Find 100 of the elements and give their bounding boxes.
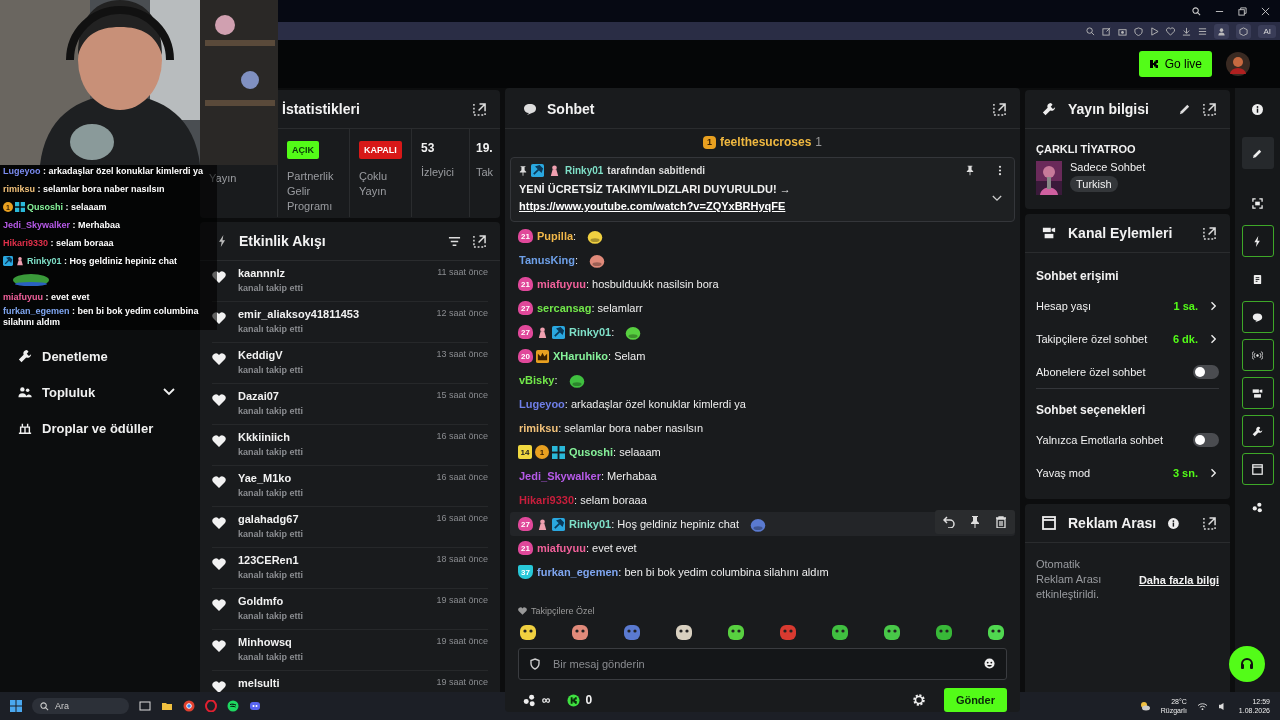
popout-icon[interactable] — [1203, 102, 1216, 116]
rail-signal-icon[interactable] — [1241, 339, 1274, 371]
go-live-button[interactable]: Go live — [1138, 51, 1212, 77]
shield-icon[interactable] — [1134, 26, 1144, 36]
profile-icon[interactable] — [1214, 23, 1230, 39]
pinned-message: YENİ ÜCRETSİZ TAKIMYILDIZLARI DUYURULDU! → https://www.youtube.com/watch?v=ZQYxBRHyqFE — [519, 182, 792, 214]
chat-message: sercansag: selamlarr — [537, 302, 643, 314]
setting-label: Yavaş mod — [1036, 466, 1092, 479]
event-time: 11 saat önce — [437, 267, 488, 279]
event-text: kanalı takip etti — [238, 611, 305, 621]
taskbar-search[interactable]: Ara — [32, 698, 129, 714]
info-icon[interactable] — [1168, 517, 1179, 529]
cube-icon[interactable] — [1236, 23, 1252, 39]
gifter-badge: 1 — [535, 445, 549, 459]
chevron-right-icon[interactable] — [1210, 300, 1216, 311]
reply-icon[interactable] — [943, 516, 955, 528]
emote-section-label: Takipçilere Özel — [531, 606, 595, 616]
nav-item[interactable]: Droplar ve ödüller — [0, 410, 195, 446]
emote-icon[interactable] — [934, 622, 954, 642]
crown-icon — [536, 349, 549, 363]
send-button[interactable]: Gönder — [943, 688, 1007, 712]
task-view-icon[interactable] — [139, 700, 151, 712]
learn-more-link[interactable]: Daha fazla bilgi — [1138, 573, 1219, 586]
emote-icon[interactable] — [570, 622, 590, 642]
link[interactable]: https://www.youtube.com/watch?v=ZQYxBRHyqFE — [519, 200, 786, 212]
pin-icon[interactable] — [969, 516, 981, 528]
popout-icon[interactable] — [1203, 516, 1216, 530]
nav-item[interactable]: Topluluk — [0, 374, 195, 410]
pencil-icon[interactable] — [1178, 102, 1191, 116]
category-name[interactable]: Sadece Sohbet — [1070, 161, 1146, 173]
panel-title: İstatistikleri — [282, 101, 361, 117]
list-icon[interactable] — [1198, 26, 1208, 36]
play-icon[interactable] — [1150, 26, 1160, 36]
zoom-icon[interactable] — [1086, 26, 1096, 36]
event-text: kanalı takip etti — [238, 447, 305, 457]
music-app-icon[interactable] — [227, 700, 239, 712]
popout-icon[interactable] — [473, 102, 486, 116]
share-icon[interactable] — [1102, 26, 1112, 36]
emote-icon[interactable] — [726, 622, 746, 642]
emoji-icon[interactable] — [984, 658, 995, 669]
subscriber-badge: 27 — [518, 325, 533, 339]
ad-break-status: Otomatik Reklam Arası etkinleştirildi. — [1036, 557, 1103, 602]
toggle-switch[interactable] — [1193, 432, 1219, 447]
close-icon[interactable] — [1261, 6, 1270, 16]
follower-name: kaannnlz — [238, 267, 286, 279]
restore-icon[interactable] — [1238, 6, 1247, 16]
chat-message: Pupilla: — [537, 230, 577, 242]
popout-icon[interactable] — [1203, 226, 1216, 240]
discord-icon[interactable] — [249, 700, 261, 712]
emote-icon[interactable] — [986, 622, 1006, 642]
heart-icon[interactable] — [1166, 26, 1176, 36]
delete-icon[interactable] — [995, 516, 1007, 528]
follower-name: Minhowsq — [238, 636, 292, 648]
emote-icon[interactable] — [882, 622, 902, 642]
windows-icon[interactable] — [10, 700, 22, 712]
gifter-name[interactable]: feelthesucroses — [719, 135, 812, 149]
rail-bolt-icon[interactable] — [1241, 225, 1274, 257]
hammer-icon — [552, 325, 565, 339]
wifi-icon[interactable] — [1196, 701, 1208, 711]
download-icon[interactable] — [1182, 26, 1192, 36]
setting-value[interactable]: 6 dk. — [1172, 332, 1198, 345]
opera-icon[interactable] — [205, 700, 217, 712]
folder-icon[interactable] — [161, 700, 173, 712]
rail-edit-icon[interactable] — [1241, 137, 1274, 169]
nav-label: Topluluk — [42, 384, 96, 400]
status-badge: AÇIK — [287, 141, 319, 159]
popout-icon[interactable] — [473, 234, 486, 248]
chat-message: XHaruhiko: Selam — [553, 350, 646, 362]
rail-camera-icon[interactable] — [1241, 377, 1274, 409]
toggle-switch[interactable] — [1193, 364, 1219, 379]
overlay-message: Hikari9330 : selam boraaa — [3, 237, 114, 249]
setting-value[interactable]: 3 sn. — [1172, 466, 1198, 479]
event-time: 12 saat önce — [436, 308, 488, 320]
search-icon[interactable] — [1192, 6, 1201, 16]
pinned-by-name[interactable]: Rinky01 — [565, 165, 604, 176]
rail-chat-icon[interactable] — [1241, 301, 1274, 333]
rail-window-icon[interactable] — [1241, 453, 1274, 485]
rail-wrench-icon[interactable] — [1241, 415, 1274, 447]
nav-item[interactable]: Denetleme — [0, 338, 195, 374]
emote-icon[interactable] — [830, 622, 850, 642]
setting-value[interactable]: 1 sa. — [1173, 299, 1198, 312]
heart-icon — [212, 640, 226, 652]
popout-icon[interactable] — [993, 102, 1006, 116]
avatar[interactable] — [1226, 52, 1250, 76]
emote-icon[interactable] — [674, 622, 694, 642]
chevron-right-icon[interactable] — [1210, 467, 1216, 478]
more-icon[interactable] — [998, 165, 1002, 176]
message-input[interactable]: Bir mesaj gönderin — [518, 648, 1007, 680]
chat-message: Rinky01: Hoş geldiniz hepiniz chat — [569, 518, 739, 530]
settings-icon[interactable] — [911, 693, 926, 707]
chat-message: miafuyuu: hosbulduukk nasilsin bora — [537, 278, 719, 290]
filter-icon[interactable] — [448, 234, 461, 248]
camera-icon[interactable] — [1118, 26, 1128, 36]
chat-message: vBisky: — [519, 374, 558, 386]
chevron-right-icon[interactable] — [1210, 333, 1216, 344]
chevron-down-icon[interactable] — [992, 194, 1002, 202]
chrome-icon[interactable] — [183, 700, 195, 712]
ai-button[interactable]: AI — [1258, 24, 1276, 38]
people-icon — [18, 385, 32, 399]
emote-icon[interactable] — [518, 622, 538, 642]
